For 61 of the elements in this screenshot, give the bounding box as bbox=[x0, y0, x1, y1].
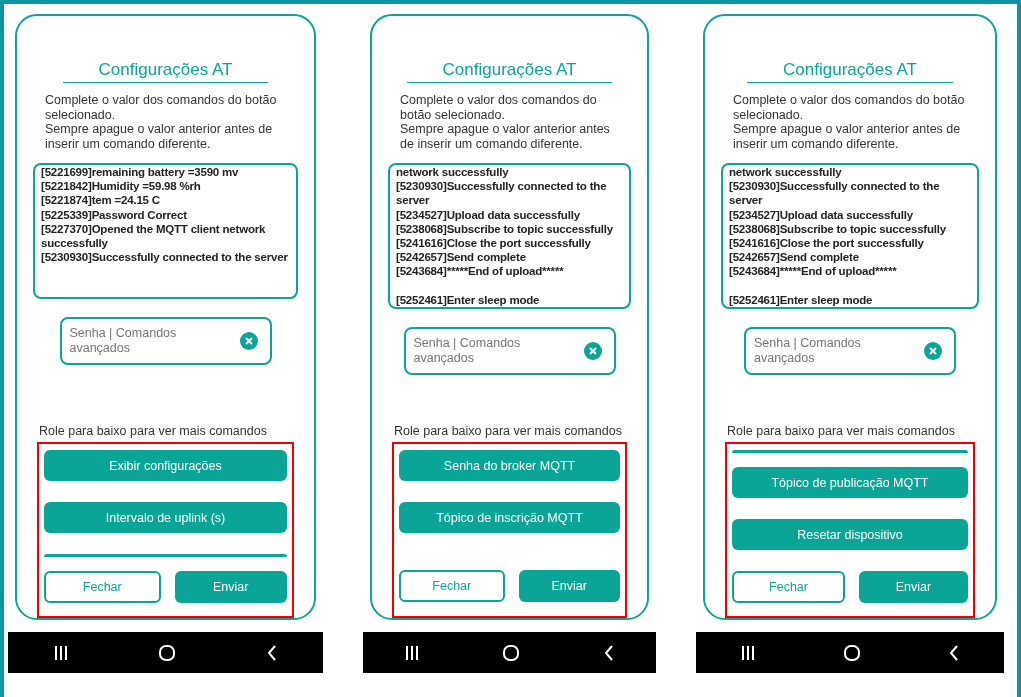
scroll-hint: Role para baixo para ver mais comandos bbox=[394, 424, 623, 438]
close-button[interactable]: Fechar bbox=[44, 571, 161, 603]
log-line: [5242657]Send complete bbox=[396, 250, 527, 265]
log-line: [5252461]Enter sleep mode bbox=[396, 292, 541, 307]
command-button[interactable]: Tópico de publicação MQTT bbox=[732, 467, 968, 498]
back-icon[interactable] bbox=[267, 644, 278, 661]
command-input-field[interactable]: Senha | Comandos avançados bbox=[744, 326, 956, 375]
instruction-text: Complete o valor dos comandos do botão selecionado. bbox=[45, 93, 278, 122]
instruction-text: Complete o valor dos comandos do botão selecionado. bbox=[400, 93, 598, 122]
log-line: [5238068]Subscribe to topic successfully bbox=[729, 221, 947, 236]
log-line: [5241616]Close the port successfully bbox=[729, 236, 925, 251]
command-button[interactable]: Senha do broker MQTT bbox=[399, 450, 620, 481]
instruction-text: Sempre apague o valor anterior antes de inserir um comando diferente. bbox=[733, 122, 962, 151]
command-button[interactable]: Tópico de inscrição MQTT bbox=[399, 502, 620, 533]
dialog-title: Configurações AT bbox=[747, 60, 953, 83]
home-icon[interactable] bbox=[844, 644, 860, 661]
command-input-field[interactable]: Senha | Comandos avançados bbox=[403, 326, 616, 375]
log-line: [5242657]Send complete bbox=[729, 250, 860, 265]
scroll-hint: Role para baixo para ver mais comandos bbox=[39, 424, 268, 438]
command-button[interactable]: Exibir configurações bbox=[44, 450, 287, 481]
command-button[interactable]: Intervalo de uplink (s) bbox=[44, 502, 287, 533]
command-button[interactable]: Resetar dispositivo bbox=[732, 519, 968, 550]
clear-icon[interactable] bbox=[924, 341, 942, 360]
home-icon[interactable] bbox=[503, 644, 520, 661]
recent-apps-icon[interactable] bbox=[405, 645, 420, 660]
home-icon[interactable] bbox=[159, 644, 176, 661]
back-icon[interactable] bbox=[949, 644, 960, 661]
log-line: [5241616]Close the port successfully bbox=[396, 236, 592, 251]
command-input-field[interactable]: Senha | Comandos avançados bbox=[59, 317, 272, 365]
close-button[interactable]: Fechar bbox=[732, 571, 845, 603]
log-line: [5234527]Upload data successfully bbox=[729, 207, 914, 222]
dialog-title: Configurações AT bbox=[406, 60, 613, 83]
send-button[interactable]: Enviar bbox=[174, 571, 287, 603]
clear-icon[interactable] bbox=[583, 341, 602, 360]
log-line: [5230930]Successfully connected to the server bbox=[396, 179, 608, 208]
back-icon[interactable] bbox=[603, 644, 614, 661]
scroll-hint: Role para baixo para ver mais comandos bbox=[727, 424, 956, 438]
log-line: [5252461]Enter sleep mode bbox=[729, 292, 874, 307]
instruction-text: Complete o valor dos comandos do botão selecionado. bbox=[733, 93, 966, 122]
log-line: [5234527]Upload data successfully bbox=[396, 207, 581, 222]
log-line: [5243684]*****End of upload***** bbox=[396, 264, 565, 279]
send-button[interactable]: Enviar bbox=[518, 570, 620, 602]
recent-apps-icon[interactable] bbox=[53, 645, 68, 660]
send-button[interactable]: Enviar bbox=[859, 571, 968, 603]
log-line: [5221699]remaining battery =3590 mv bbox=[41, 165, 240, 180]
log-line: network successfully bbox=[396, 165, 510, 180]
log-line: [5238068]Subscribe to topic successfully bbox=[396, 221, 614, 236]
close-button[interactable]: Fechar bbox=[399, 570, 505, 602]
recent-apps-icon[interactable] bbox=[740, 645, 755, 660]
instruction-text: Sempre apague o valor anterior antes de inserir um comando diferente. bbox=[400, 122, 611, 151]
log-line: network successfully bbox=[729, 165, 843, 180]
log-line: [5221874]tem =24.15 C bbox=[41, 193, 161, 208]
log-line: [5230930]Successfully connected to the server bbox=[41, 250, 289, 265]
log-line: [5243684]*****End of upload***** bbox=[729, 264, 898, 279]
clear-icon[interactable] bbox=[239, 332, 258, 350]
log-line: [5230930]Successfully connected to the server bbox=[729, 179, 941, 208]
dialog-title: Configurações AT bbox=[62, 60, 269, 83]
log-line: [5227370]Opened the MQTT client network successfully bbox=[41, 221, 267, 251]
instruction-text: Sempre apague o valor anterior antes de inserir um comando diferente. bbox=[45, 122, 274, 151]
log-line: [5225339]Password Correct bbox=[41, 207, 188, 222]
log-line: [5221842]Humidity =59.98 %rh bbox=[41, 179, 202, 194]
